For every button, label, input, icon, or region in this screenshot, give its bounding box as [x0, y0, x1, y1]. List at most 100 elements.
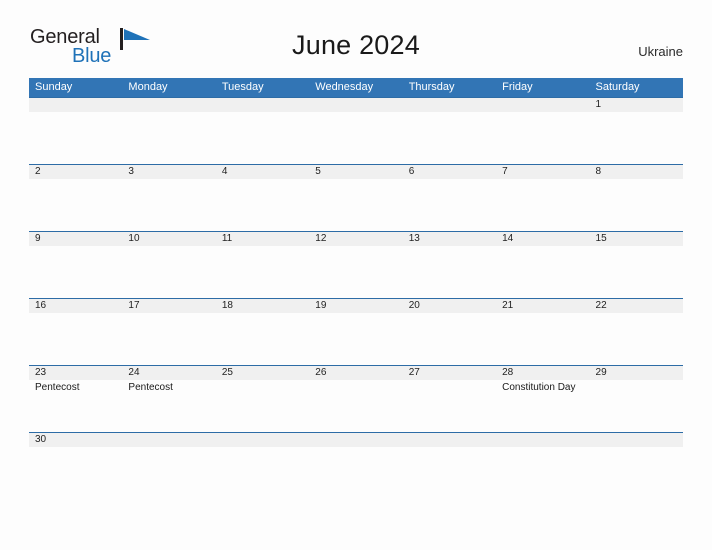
day-number[interactable]: 7 — [496, 165, 589, 179]
day-number — [403, 433, 496, 447]
day-number[interactable]: 16 — [29, 299, 122, 313]
day-number[interactable]: 14 — [496, 232, 589, 246]
day-number[interactable]: 27 — [403, 366, 496, 380]
day-number — [122, 433, 215, 447]
day-number[interactable]: 19 — [309, 299, 402, 313]
day-number[interactable]: 2 — [29, 165, 122, 179]
week-date-numbers: 1 — [29, 98, 683, 112]
holiday-label: Constitution Day — [502, 382, 576, 393]
day-cell — [590, 380, 683, 432]
day-cell: Pentecost — [29, 380, 122, 432]
day-number[interactable]: 9 — [29, 232, 122, 246]
day-cell — [590, 313, 683, 365]
calendar-week-row: 2345678 — [29, 164, 683, 231]
day-cell — [122, 112, 215, 164]
day-number — [29, 98, 122, 112]
day-number[interactable]: 25 — [216, 366, 309, 380]
day-cell — [216, 246, 309, 298]
day-cell — [216, 313, 309, 365]
day-number[interactable]: 29 — [590, 366, 683, 380]
day-header-tuesday: Tuesday — [221, 81, 264, 93]
week-events — [29, 179, 683, 231]
day-number[interactable]: 30 — [29, 433, 122, 447]
day-cell — [216, 179, 309, 231]
day-header-wednesday: Wednesday — [315, 81, 374, 93]
day-cell — [403, 313, 496, 365]
day-header-thursday: Thursday — [408, 81, 455, 93]
day-cell — [122, 179, 215, 231]
calendar-grid: Sunday Monday Tuesday Wednesday Thursday… — [29, 78, 683, 458]
day-number[interactable]: 8 — [590, 165, 683, 179]
calendar-week-row: 1 — [29, 97, 683, 164]
day-number[interactable]: 10 — [122, 232, 215, 246]
day-cell — [216, 112, 309, 164]
day-cell — [29, 179, 122, 231]
day-number — [590, 433, 683, 447]
day-cell — [309, 179, 402, 231]
day-cell — [122, 246, 215, 298]
week-date-numbers: 16 17 18 19 20 21 22 — [29, 299, 683, 313]
day-number[interactable]: 13 — [403, 232, 496, 246]
week-date-numbers: 2345678 — [29, 165, 683, 179]
week-events — [29, 112, 683, 164]
day-number[interactable]: 24 — [122, 366, 215, 380]
day-cell — [122, 313, 215, 365]
day-cell: Constitution Day — [496, 380, 589, 432]
day-number[interactable]: 26 — [309, 366, 402, 380]
day-cell — [309, 246, 402, 298]
day-cell — [403, 380, 496, 432]
day-cell — [216, 380, 309, 432]
day-number[interactable]: 28 — [496, 366, 589, 380]
day-number[interactable]: 21 — [496, 299, 589, 313]
day-number[interactable]: 23 — [29, 366, 122, 380]
day-number[interactable]: 11 — [216, 232, 309, 246]
day-number[interactable]: 17 — [122, 299, 215, 313]
day-number[interactable]: 3 — [122, 165, 215, 179]
week-events: Pentecost Pentecost Constitution Day — [29, 380, 683, 432]
week-events — [29, 246, 683, 298]
day-cell — [496, 112, 589, 164]
holiday-label: Pentecost — [128, 382, 173, 393]
day-cell — [29, 246, 122, 298]
day-cell — [309, 313, 402, 365]
day-cell — [403, 246, 496, 298]
day-number — [216, 98, 309, 112]
week-date-numbers: 23 24 25 26 27 28 29 — [29, 366, 683, 380]
day-header-saturday: Saturday — [595, 81, 640, 93]
week-date-numbers: 9 10 11 12 13 14 15 — [29, 232, 683, 246]
page-header: General Blue June 2024 Ukraine — [0, 0, 712, 78]
day-number[interactable]: 4 — [216, 165, 309, 179]
day-number — [403, 98, 496, 112]
day-cell — [496, 246, 589, 298]
day-cell — [496, 313, 589, 365]
day-number[interactable]: 15 — [590, 232, 683, 246]
day-cell — [403, 112, 496, 164]
day-number[interactable]: 5 — [309, 165, 402, 179]
day-number — [216, 433, 309, 447]
calendar-week-row: 30 — [29, 432, 683, 458]
day-number[interactable]: 12 — [309, 232, 402, 246]
day-number[interactable]: 20 — [403, 299, 496, 313]
day-header-monday: Monday — [128, 81, 168, 93]
day-cell — [403, 179, 496, 231]
week-date-numbers: 30 — [29, 433, 683, 447]
day-number — [309, 98, 402, 112]
day-cell — [29, 112, 122, 164]
day-header-sunday: Sunday — [35, 81, 73, 93]
country-label: Ukraine — [638, 44, 683, 59]
day-number[interactable]: 1 — [590, 98, 683, 112]
day-cell — [590, 112, 683, 164]
day-cell — [29, 313, 122, 365]
calendar-page: General Blue June 2024 Ukraine Sunday Mo… — [0, 0, 712, 550]
day-number[interactable]: 22 — [590, 299, 683, 313]
day-number[interactable]: 6 — [403, 165, 496, 179]
day-number — [122, 98, 215, 112]
day-number — [496, 433, 589, 447]
day-number — [496, 98, 589, 112]
day-of-week-header-row: Sunday Monday Tuesday Wednesday Thursday… — [29, 78, 683, 97]
calendar-week-row: 23 24 25 26 27 28 29 Pentecost Pentecost Constitu… — [29, 365, 683, 432]
day-number[interactable]: 18 — [216, 299, 309, 313]
day-cell: Pentecost — [122, 380, 215, 432]
day-cell — [309, 380, 402, 432]
holiday-label: Pentecost — [35, 382, 80, 393]
